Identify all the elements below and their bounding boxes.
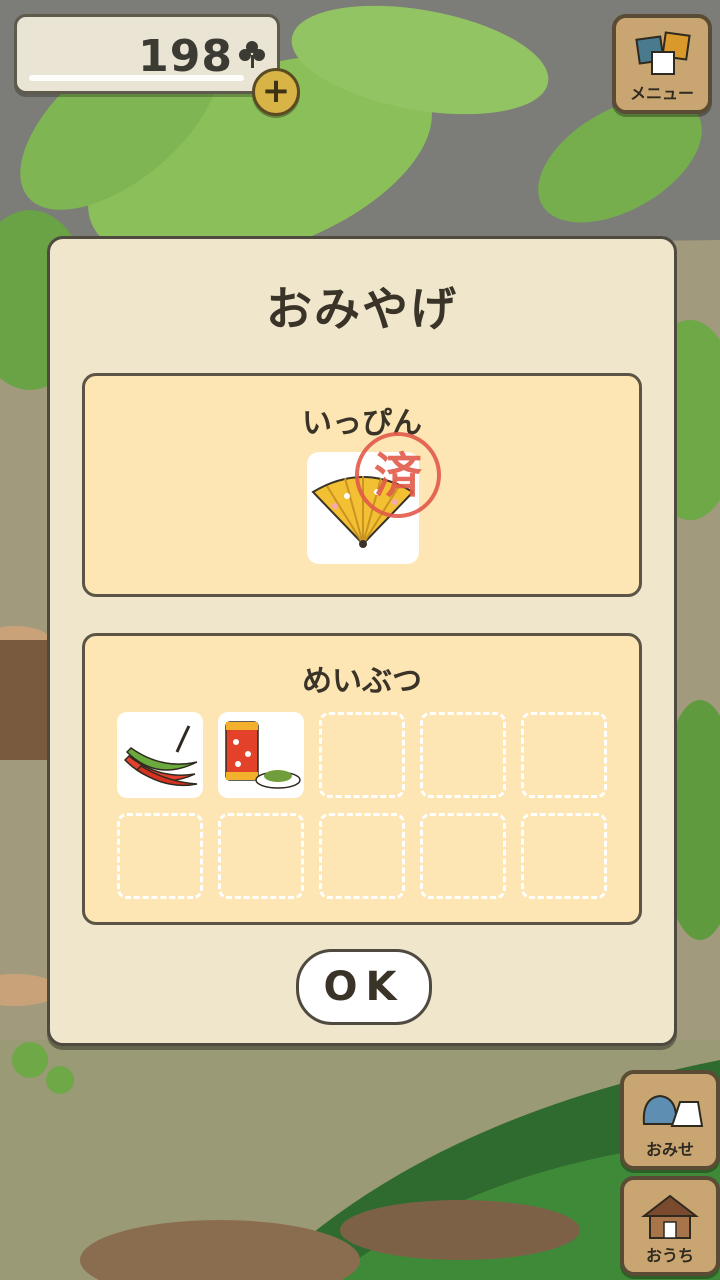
clover-counter: 198 — [14, 14, 280, 94]
counter-underline — [29, 75, 244, 81]
souvenir-slot-2[interactable] — [218, 712, 304, 798]
shop-label: おみせ — [645, 1140, 694, 1159]
souvenir-slot-10[interactable] — [521, 813, 607, 899]
cards-icon — [635, 31, 691, 75]
souvenir-slot-3[interactable] — [319, 712, 405, 798]
clover-icon — [239, 41, 265, 68]
specialty-panel: いっぴん 済 — [82, 373, 642, 597]
specialty-heading: いっぴん — [302, 406, 422, 441]
menu-button[interactable]: メニュー — [612, 14, 712, 114]
add-clovers-button[interactable]: + — [252, 68, 300, 116]
souvenir-slot-8[interactable] — [319, 813, 405, 899]
tea-canister-icon — [225, 721, 301, 789]
shop-button[interactable]: おみせ — [620, 1070, 720, 1170]
souvenir-slot-5[interactable] — [521, 712, 607, 798]
menu-label: メニュー — [629, 84, 694, 103]
house-icon — [641, 1194, 699, 1239]
red-chili-peppers-icon — [123, 725, 198, 787]
home-label: おうち — [645, 1246, 694, 1265]
souvenir-slot-9[interactable] — [420, 813, 506, 899]
home-button[interactable]: おうち — [620, 1176, 720, 1276]
souvenir-slot-6[interactable] — [117, 813, 203, 899]
souvenir-slot-4[interactable] — [420, 712, 506, 798]
collected-stamp: 済 — [355, 432, 441, 518]
souvenir-panel: めいぶつ — [82, 633, 642, 925]
souvenir-slot-7[interactable] — [218, 813, 304, 899]
souvenir-dialog: おみやげ いっぴん 済 めいぶつ OK — [47, 236, 677, 1046]
ok-button[interactable]: OK — [296, 949, 432, 1025]
souvenir-heading: めいぶつ — [302, 664, 422, 699]
souvenir-slot-1[interactable] — [117, 712, 203, 798]
bags-icon — [642, 1094, 704, 1127]
dialog-title: おみやげ — [266, 282, 458, 336]
